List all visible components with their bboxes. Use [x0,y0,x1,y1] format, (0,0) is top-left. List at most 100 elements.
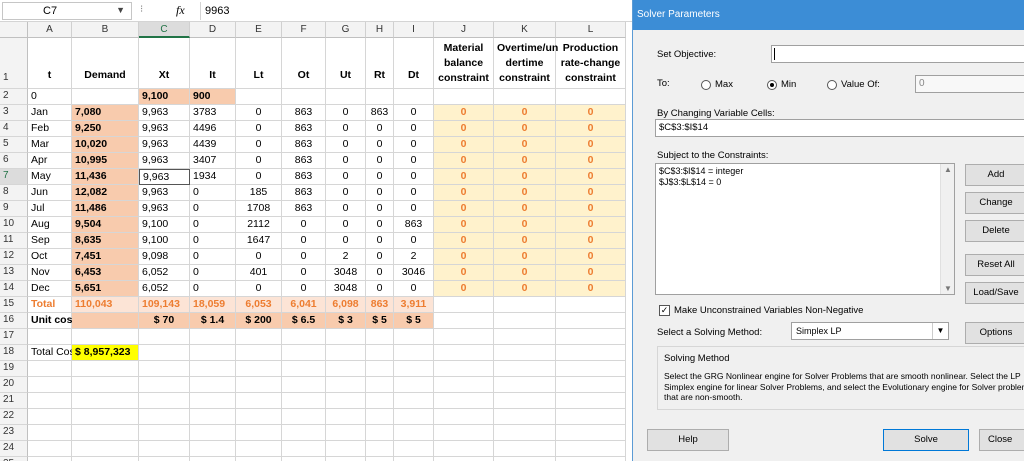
cell-k11[interactable]: 0 [494,233,556,249]
unit-cost-d[interactable]: $ 1.4 [190,313,236,329]
column-header-e[interactable]: E [236,22,282,38]
cell-j2[interactable] [434,89,494,105]
row-header-10[interactable]: 10 [0,217,28,233]
row-header-16[interactable]: 16 [0,313,28,329]
unit-cost-f[interactable]: $ 6.5 [282,313,326,329]
total-a[interactable]: Total [28,297,72,313]
header-b[interactable]: Demand [72,38,139,89]
cell-f7[interactable]: 863 [282,169,326,185]
chevron-down-icon[interactable]: ▼ [116,5,125,15]
cell-k4[interactable]: 0 [494,121,556,137]
cell-k5[interactable]: 0 [494,137,556,153]
load-save-button[interactable]: Load/Save [965,282,1024,304]
row-header-15[interactable]: 15 [0,297,28,313]
cell-d20[interactable] [190,377,236,393]
help-button[interactable]: Help [647,429,729,451]
cell-k9[interactable]: 0 [494,201,556,217]
cell-k14[interactable]: 0 [494,281,556,297]
cell-k15[interactable] [494,297,556,313]
cell-g6[interactable]: 0 [326,153,366,169]
cell-h17[interactable] [366,329,394,345]
total-h[interactable]: 863 [366,297,394,313]
cell-d9[interactable]: 0 [190,201,236,217]
cell-l4[interactable]: 0 [556,121,626,137]
cell-g9[interactable]: 0 [326,201,366,217]
row-header-25[interactable]: 25 [0,457,28,461]
cell-a22[interactable] [28,409,72,425]
cell-j11[interactable]: 0 [434,233,494,249]
cell-b2[interactable] [72,89,139,105]
row-header-9[interactable]: 9 [0,201,28,217]
cell-l17[interactable] [556,329,626,345]
row-header-11[interactable]: 11 [0,233,28,249]
cell-h7[interactable]: 0 [366,169,394,185]
cell-e5[interactable]: 0 [236,137,282,153]
cell-f22[interactable] [282,409,326,425]
cell-h19[interactable] [366,361,394,377]
cell-b22[interactable] [72,409,139,425]
cell-d17[interactable] [190,329,236,345]
cell-i9[interactable]: 0 [394,201,434,217]
row-header-4[interactable]: 4 [0,121,28,137]
cell-h18[interactable] [366,345,394,361]
cell-h11[interactable]: 0 [366,233,394,249]
total-cost-value[interactable]: $ 8,957,323 [72,345,139,361]
cell-a3[interactable]: Jan [28,105,72,121]
header-e[interactable]: Lt [236,38,282,89]
cell-h4[interactable]: 0 [366,121,394,137]
cell-g22[interactable] [326,409,366,425]
cell-e25[interactable] [236,457,282,461]
cell-i2[interactable] [394,89,434,105]
cell-e17[interactable] [236,329,282,345]
header-f[interactable]: Ot [282,38,326,89]
cell-d25[interactable] [190,457,236,461]
cell-h25[interactable] [366,457,394,461]
cell-a7[interactable]: May [28,169,72,185]
cell-b12[interactable]: 7,451 [72,249,139,265]
max-radio[interactable] [701,80,711,90]
cell-d10[interactable]: 0 [190,217,236,233]
cell-l15[interactable] [556,297,626,313]
cell-g18[interactable] [326,345,366,361]
cell-j13[interactable]: 0 [434,265,494,281]
row-header-14[interactable]: 14 [0,281,28,297]
chevron-down-icon[interactable]: ▼ [932,323,948,339]
cell-b24[interactable] [72,441,139,457]
cell-c22[interactable] [139,409,190,425]
cell-f24[interactable] [282,441,326,457]
row-header-18[interactable]: 18 [0,345,28,361]
cell-l18[interactable] [556,345,626,361]
cell-d6[interactable]: 3407 [190,153,236,169]
cell-k16[interactable] [494,313,556,329]
column-header-c[interactable]: C [139,22,190,38]
cell-c13[interactable]: 6,052 [139,265,190,281]
cell-a14[interactable]: Dec [28,281,72,297]
cell-b6[interactable]: 10,995 [72,153,139,169]
cell-a23[interactable] [28,425,72,441]
row-header-17[interactable]: 17 [0,329,28,345]
cell-l20[interactable] [556,377,626,393]
cell-k17[interactable] [494,329,556,345]
cell-a12[interactable]: Oct [28,249,72,265]
cell-g14[interactable]: 3048 [326,281,366,297]
constraints-scrollbar[interactable]: ▲ ▼ [940,164,954,294]
cell-a21[interactable] [28,393,72,409]
cell-j10[interactable]: 0 [434,217,494,233]
cell-b11[interactable]: 8,635 [72,233,139,249]
cell-b21[interactable] [72,393,139,409]
cell-a8[interactable]: Jun [28,185,72,201]
cell-g12[interactable]: 2 [326,249,366,265]
row-header-20[interactable]: 20 [0,377,28,393]
row-header-1[interactable]: 1 [0,38,28,89]
row-header-5[interactable]: 5 [0,137,28,153]
cell-c11[interactable]: 9,100 [139,233,190,249]
cell-j23[interactable] [434,425,494,441]
cell-e24[interactable] [236,441,282,457]
column-header-i[interactable]: I [394,22,434,38]
cell-k8[interactable]: 0 [494,185,556,201]
cell-c24[interactable] [139,441,190,457]
cell-l12[interactable]: 0 [556,249,626,265]
cell-h9[interactable]: 0 [366,201,394,217]
header-k[interactable]: Overtime/un dertime constraint [494,38,558,89]
cell-c18[interactable] [139,345,190,361]
